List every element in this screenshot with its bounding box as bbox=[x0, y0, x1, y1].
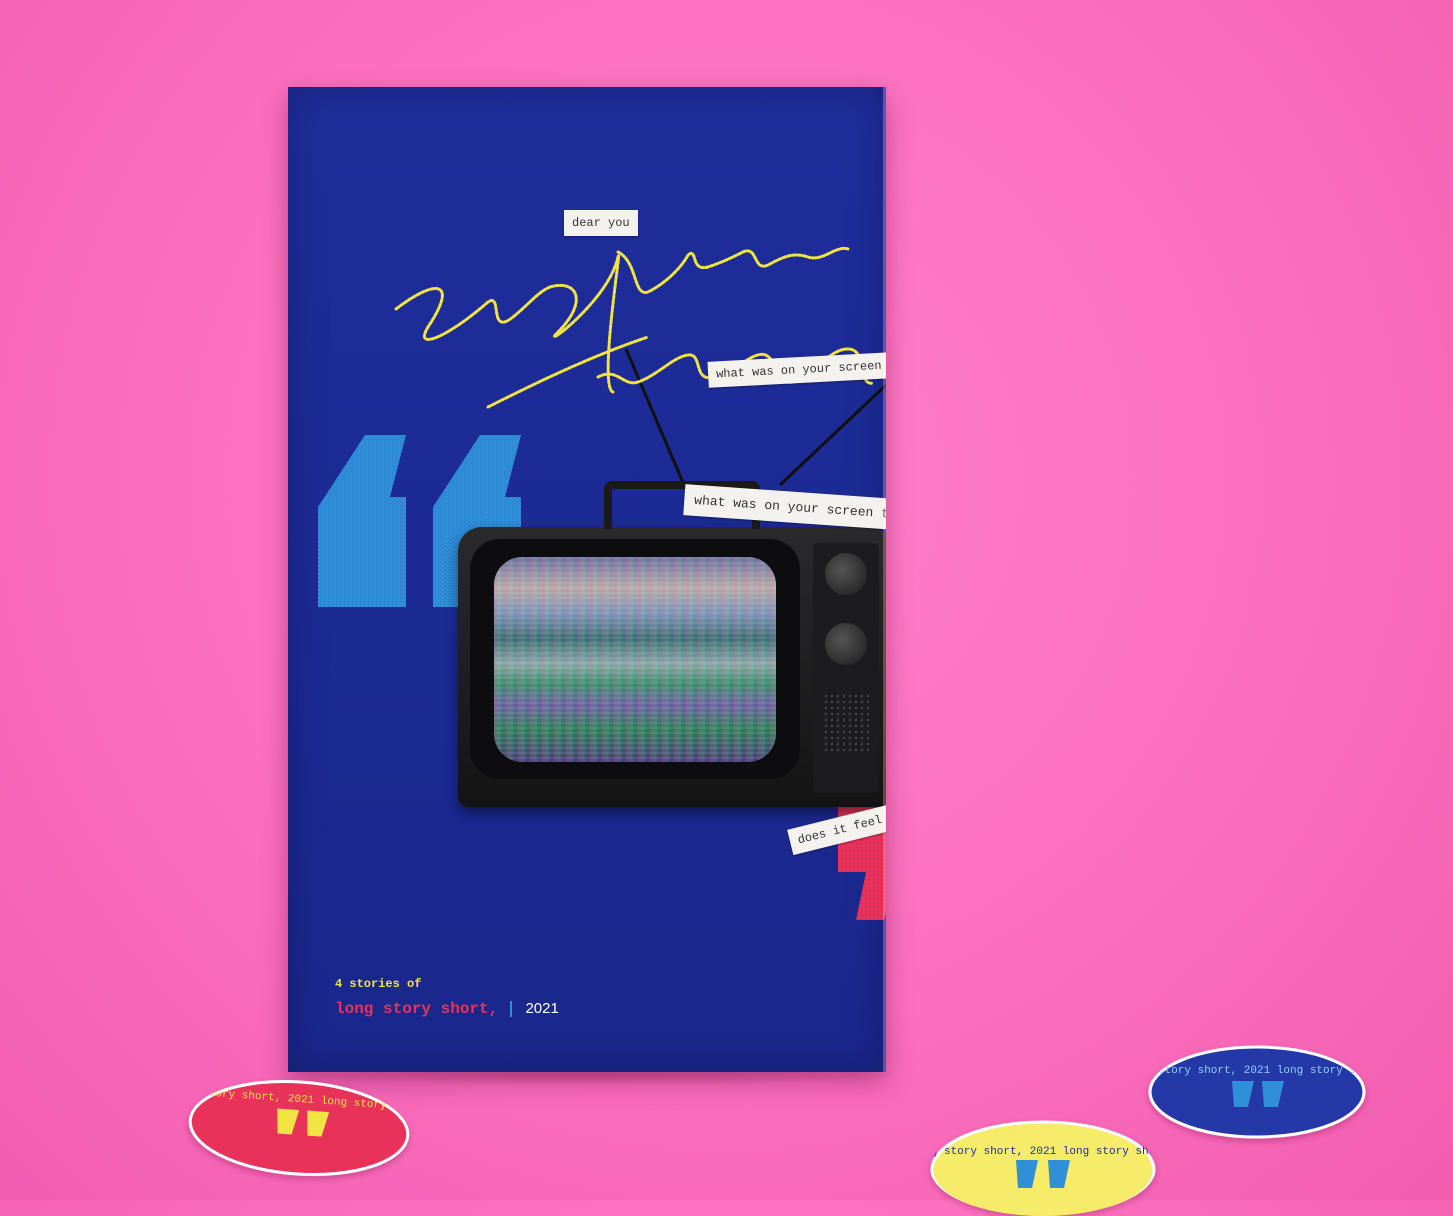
label-dear-you-text: dear you bbox=[572, 216, 630, 230]
sticker-yellow: long story short, 2021 long story short, bbox=[930, 1120, 1156, 1216]
photo-scene: dear you what was on your screen yesterd… bbox=[0, 0, 1453, 1216]
tv-knob-top bbox=[825, 553, 867, 595]
tv-control-panel bbox=[813, 543, 879, 793]
tv-knob-bottom bbox=[825, 623, 867, 665]
sticker-blue-text: long story short, 2021 long story short, bbox=[1148, 1065, 1366, 1077]
sticker-pink: long story short, 2021 long story short, bbox=[185, 1072, 413, 1183]
series-year: 2021 bbox=[525, 1000, 559, 1017]
label-dear-you: dear you bbox=[564, 210, 638, 236]
series-name: long story short, bbox=[335, 1000, 499, 1018]
retro-tv bbox=[458, 481, 886, 807]
magazine-cover: dear you what was on your screen yesterd… bbox=[288, 87, 886, 1072]
tv-static-screen bbox=[494, 557, 776, 762]
cover-series-title: long story short, 2021 bbox=[335, 1000, 559, 1018]
sticker-yellow-text: long story short, 2021 long story short, bbox=[930, 1146, 1156, 1158]
cover-subtitle: 4 stories of bbox=[335, 977, 422, 991]
tv-speaker-grille bbox=[823, 693, 869, 753]
sticker-blue: long story short, 2021 long story short, bbox=[1148, 1045, 1366, 1139]
title-divider bbox=[509, 1000, 512, 1017]
